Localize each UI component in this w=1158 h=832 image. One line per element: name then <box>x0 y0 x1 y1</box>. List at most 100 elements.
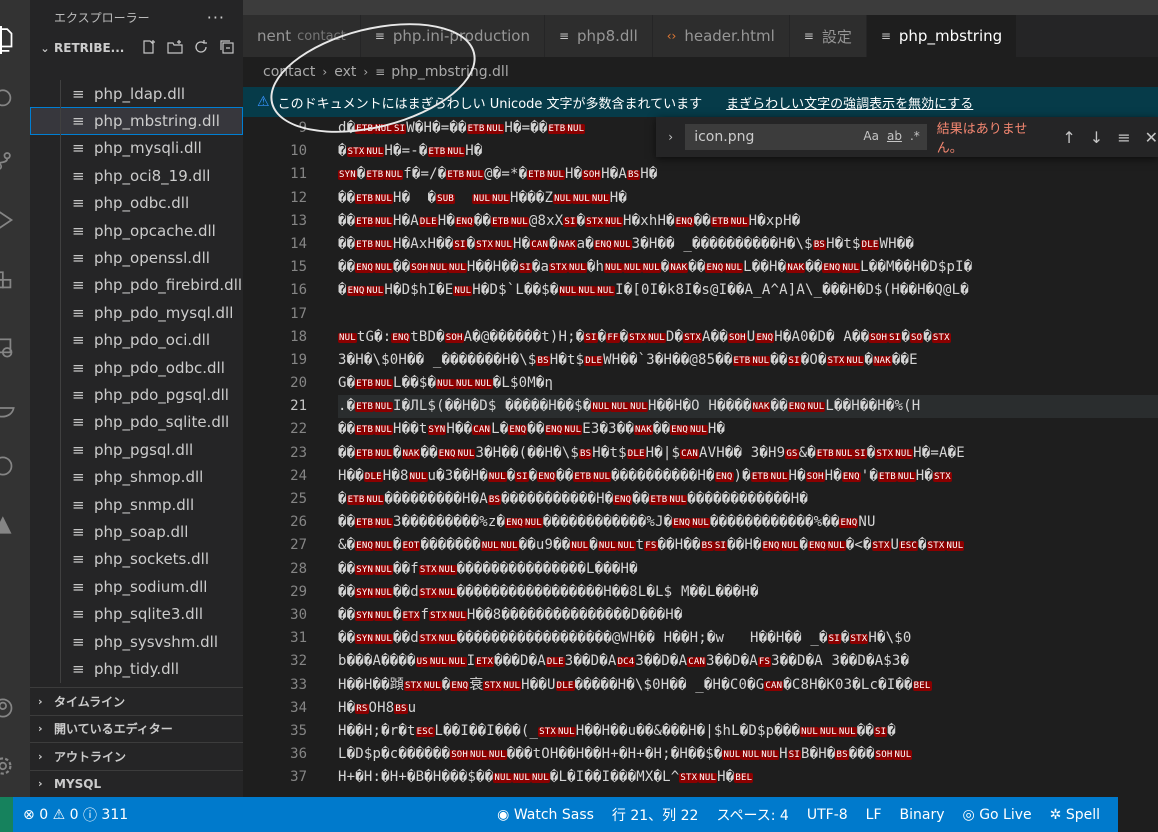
panel-header[interactable]: › アウトライン <box>30 742 243 770</box>
code-line[interactable]: L�D$p�c������SOH NUL NUL���tOH��H��H+�H+�H… <box>338 743 1158 766</box>
account-icon[interactable] <box>0 690 30 726</box>
breadcrumb-item[interactable]: contact <box>263 64 315 80</box>
remote-explorer-icon[interactable] <box>0 330 30 366</box>
spell-button[interactable]: ✲ Spell <box>1050 807 1100 823</box>
source-control-icon[interactable] <box>0 142 30 178</box>
folder-header[interactable]: ⌄ RETRIBE... <box>30 35 243 61</box>
file-item[interactable]: ≡ php_opcache.dll <box>30 216 243 245</box>
code-line[interactable]: �ETB NUL���������H�ABS�����������H�ENQ��E… <box>338 488 1158 511</box>
gear-icon[interactable] <box>0 748 30 784</box>
file-item[interactable]: ≡ php_oci8_19.dll <box>30 162 243 190</box>
file-item[interactable]: ≡ php_sqlite3.dll <box>30 600 243 628</box>
remote-indicator[interactable] <box>0 797 13 832</box>
code-line[interactable]: ��ETB NUL�NAK��ENQ NUL3�H��(��H�\$BSH�t$DL… <box>338 442 1158 465</box>
new-file-icon[interactable] <box>141 39 157 58</box>
warning-triangle-icon[interactable] <box>0 508 30 544</box>
file-item[interactable]: ≡ php_odbc.dll <box>30 189 243 217</box>
file-item[interactable]: ≡ php_sodium.dll <box>30 573 243 601</box>
code-line[interactable]: &�ENQ NUL�EOT�������NUL NUL��u9��NUL�NUL NU… <box>338 534 1158 557</box>
panel-header[interactable]: › 開いているエディター <box>30 714 243 743</box>
file-item[interactable]: ≡ php_pgsql.dll <box>30 436 243 464</box>
code-line[interactable]: H��H;�r�tESCL��I��I���(_STX NULH��H��u��&… <box>338 720 1158 743</box>
editor-tab[interactable]: ≡ php8.dll <box>544 15 653 57</box>
file-item[interactable]: ≡ php_tidy.dll <box>30 655 243 683</box>
github-icon[interactable] <box>0 448 30 484</box>
code-line[interactable]: ��ETB NUL3���������%z�ENQ NUL������������%… <box>338 511 1158 534</box>
file-item[interactable]: ≡ php_snmp.dll <box>30 490 243 519</box>
previous-match-icon[interactable]: ↑ <box>1062 128 1075 147</box>
find-input[interactable]: icon.png Aa ab .* <box>685 124 927 150</box>
file-item[interactable]: ≡ php_pdo_mysql.dll <box>30 299 243 327</box>
editor-tab[interactable]: ‹› header.html <box>652 15 790 57</box>
file-item[interactable]: ≡ php_pdo_sqlite.dll <box>30 408 243 437</box>
encoding[interactable]: UTF-8 <box>807 807 848 823</box>
notifications-icon[interactable] <box>1118 797 1158 832</box>
disable-highlight-link[interactable]: まぎらわしい文字の強調表示を無効にする <box>726 93 973 112</box>
file-item[interactable]: ≡ php_ldap.dll <box>30 80 243 108</box>
editor-tab[interactable]: ≡ php_mbstring <box>866 15 1018 57</box>
refresh-icon[interactable] <box>193 39 209 58</box>
editor-tab[interactable]: ≡ 設定 <box>789 15 867 57</box>
run-debug-icon[interactable] <box>0 202 30 238</box>
code-line[interactable]: ��ETB NULH��tSYNH��CANL�ENQ��ENQ NULE3�3��… <box>338 418 1158 441</box>
panel-header[interactable]: › MYSQL <box>30 769 243 798</box>
code-line[interactable]: H�RSOH8BSu <box>338 697 1158 720</box>
breadcrumb-item[interactable]: php_mbstring.dll <box>391 64 508 80</box>
code-line[interactable]: H��H��蹞STX NUL�ENQ衰STX NULH��UDLE�����H�\$… <box>338 674 1158 697</box>
file-item[interactable]: ≡ php_shmop.dll <box>30 463 243 491</box>
code-editor[interactable]: 9 10 11 12 13 14 15 16 17 18 19 20 21 22 23 24 25 26 27 28 2… <box>243 117 1158 797</box>
new-folder-icon[interactable] <box>167 39 183 58</box>
search-icon[interactable] <box>0 82 30 118</box>
code-lines[interactable]: d�ETB NUL SIW�H�=��ETB NULH�=��ETB NUL �STX NU… <box>338 117 1158 789</box>
match-word-toggle[interactable]: ab <box>887 129 902 143</box>
code-line[interactable]: H+�H:�H+�B�H���$��NUL NUL NUL�L�I��I���MX�… <box>338 766 1158 789</box>
explorer-icon[interactable] <box>0 22 30 58</box>
code-line[interactable]: ��SYN NUL��dSTX NUL������������������@WH��… <box>338 627 1158 650</box>
code-line[interactable]: .�ETB NULI�ЛL$(��H�D$ �����H��$�NUL NUL NUL… <box>338 395 1158 419</box>
code-line[interactable]: ��ENQ NUL��SOH NUL NULH��H��SI�aSTX NUL�hNUL… <box>338 256 1158 279</box>
collapse-all-icon[interactable] <box>219 39 235 58</box>
code-line[interactable]: ��SYN NUL��fSTX NUL���������������L���H� <box>338 558 1158 581</box>
problems-indicator[interactable]: ⊗ 0 ⚠ 0 ⓘ 311 <box>23 805 128 825</box>
file-item[interactable]: ≡ php_sysvshm.dll <box>30 627 243 656</box>
panel-header[interactable]: › タイムライン <box>30 687 243 715</box>
code-line[interactable]: G�ETB NULL��$�NUL NUL NUL�L$0M�η <box>338 372 1158 395</box>
find-in-selection-icon[interactable]: ≡ <box>1117 128 1130 147</box>
cursor-position[interactable]: 行 21、列 22 <box>612 805 699 825</box>
code-line[interactable]: SYN�ETB NULf�=/�ETB NUL@�=*�ETB NULH�SOHH�A… <box>338 163 1158 186</box>
editor-tab[interactable]: nent contact <box>243 15 361 57</box>
file-item[interactable]: ≡ php_sockets.dll <box>30 545 243 574</box>
file-item[interactable]: ≡ php_openssl.dll <box>30 244 243 272</box>
code-line[interactable]: �ENQ NULH�D$hI�ENULH�D$`L��$�NUL NUL NULI�[… <box>338 279 1158 302</box>
file-item[interactable]: ≡ php_pdo_odbc.dll <box>30 353 243 382</box>
editor-tab[interactable]: ≡ php.ini-production <box>360 15 545 57</box>
code-line[interactable]: ��SYN NUL�ETXfSTX NULH��8���������������D�… <box>338 604 1158 627</box>
regex-toggle[interactable]: .* <box>910 129 920 143</box>
end-of-line[interactable]: LF <box>866 807 882 823</box>
language-mode[interactable]: Binary <box>900 807 945 823</box>
code-line[interactable]: ��ETB NULH�ADLEH�ENQ��ETB NUL@8xXSI�STX NUL… <box>338 210 1158 233</box>
next-match-icon[interactable]: ↓ <box>1090 128 1103 147</box>
extensions-icon[interactable] <box>0 264 30 300</box>
go-live-button[interactable]: ◎ Go Live <box>963 807 1032 823</box>
close-icon[interactable]: ✕ <box>1145 128 1158 147</box>
toggle-replace-chevron-icon[interactable]: › <box>662 130 679 144</box>
breadcrumb-item[interactable]: ext <box>334 64 356 80</box>
code-line[interactable]: H��DLEH�8NULu�3��H�NUL�SI�ENQ��ETB NUL���… <box>338 465 1158 488</box>
file-item[interactable]: ≡ php_mbstring.dll <box>30 107 243 135</box>
watch-sass-button[interactable]: ◉ Watch Sass <box>497 807 594 823</box>
file-item[interactable]: ≡ php_soap.dll <box>30 518 243 546</box>
file-item[interactable]: ≡ php_pdo_firebird.dll <box>30 271 243 300</box>
file-item[interactable]: ≡ php_pdo_oci.dll <box>30 326 243 354</box>
code-line[interactable]: ��ETB NULH� �SUB NUL NULH���ZNUL NUL NULH� <box>338 187 1158 210</box>
indentation[interactable]: スペース: 4 <box>716 805 788 825</box>
code-line[interactable]: 3�H�\$0H�� _�������H�\$BSH�t$DLEWH��`3�H… <box>338 349 1158 372</box>
code-line[interactable]: ��ETB NULH�AxH��SI�STX NULH�CAN�NAKa�ENQ NU… <box>338 233 1158 256</box>
match-case-toggle[interactable]: Aa <box>863 129 879 143</box>
code-line[interactable] <box>338 303 1158 326</box>
code-line[interactable]: ��SYN NUL��dSTX NUL�����������������H��8L�… <box>338 581 1158 604</box>
file-item[interactable]: ≡ php_mysqli.dll <box>30 134 243 163</box>
more-actions-icon[interactable]: ··· <box>207 8 225 27</box>
code-line[interactable]: b���A����US NUL NULIETX���D�ADLE3��D�ADC43… <box>338 650 1158 673</box>
code-line[interactable]: NULtG�:ENQtBD�SOHA�@������t)H;�SI�FF�STX… <box>338 326 1158 349</box>
